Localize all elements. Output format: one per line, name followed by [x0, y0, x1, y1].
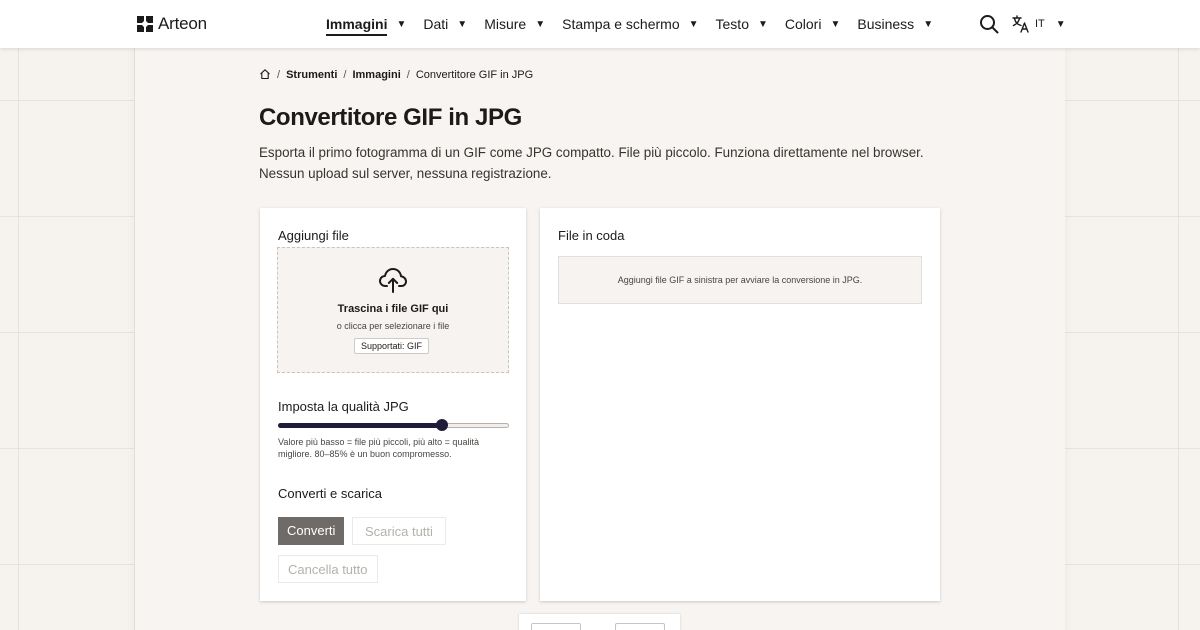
nav-item-immagini[interactable]: Immagini ▼: [326, 0, 406, 48]
translate-icon: [1012, 15, 1029, 33]
home-icon[interactable]: [259, 68, 271, 80]
logo-text: Arteon: [158, 14, 207, 33]
chevron-down-icon: ▼: [535, 18, 546, 30]
nav-label: Dati: [423, 16, 449, 32]
breadcrumb-immagini[interactable]: Immagini: [352, 69, 400, 81]
chevron-down-icon: ▼: [688, 18, 699, 30]
breadcrumb-strumenti[interactable]: Strumenti: [286, 69, 337, 81]
breadcrumb-separator: /: [343, 69, 347, 81]
nav-label: Misure: [484, 16, 527, 32]
search-icon[interactable]: [978, 13, 1000, 35]
page-description: Esporta il primo fotogramma di un GIF co…: [259, 145, 924, 181]
arteon-logo-icon: [137, 16, 153, 32]
nav-item-stampa-e-schermo[interactable]: Stampa e schermo ▼: [562, 0, 698, 48]
chevron-down-icon: ▼: [1055, 18, 1066, 30]
queue-title: File in coda: [558, 228, 625, 243]
breadcrumb-separator: /: [406, 69, 410, 81]
clear-all-button[interactable]: Cancella tutto: [278, 555, 378, 583]
actions-section-title: Converti e scarica: [278, 486, 383, 501]
main-nav: Immagini ▼ Dati ▼ Misure ▼ Stampa e sche…: [326, 0, 950, 48]
breadcrumb-current: Convertitore GIF in JPG: [415, 69, 534, 81]
nav-label: Immagini: [326, 16, 388, 36]
supported-formats-badge: Supportati: GIF: [354, 338, 430, 354]
top-navigation-bar: Arteon Immagini ▼ Dati ▼ Misure ▼ Stampa…: [0, 0, 1200, 48]
language-selector[interactable]: IT ▼: [1012, 14, 1066, 34]
logo[interactable]: Arteon: [137, 14, 207, 34]
convert-button[interactable]: Converti: [278, 517, 345, 545]
nav-item-misure[interactable]: Misure ▼: [484, 0, 545, 48]
slider-fill: [278, 423, 442, 428]
language-code: IT: [1035, 18, 1045, 30]
nav-label: Stampa e schermo: [562, 16, 680, 32]
download-all-button[interactable]: Scarica tutti: [352, 517, 446, 545]
page-title: Convertitore GIF in JPG: [259, 104, 522, 131]
upload-section-title: Aggiungi file: [278, 228, 349, 243]
slider-thumb[interactable]: [436, 419, 448, 431]
file-dropzone[interactable]: Trascina i file GIF qui o clicca per sel…: [277, 247, 509, 373]
nav-label: Testo: [715, 16, 749, 32]
queue-empty-message: Aggiungi file GIF a sinistra per avviare…: [617, 275, 863, 285]
chevron-down-icon: ▼: [830, 18, 841, 30]
chevron-down-icon: ▼: [923, 18, 934, 30]
queue-empty-state: Aggiungi file GIF a sinistra per avviare…: [558, 256, 922, 304]
nav-label: Business: [857, 16, 915, 32]
breadcrumb-separator: /: [277, 69, 281, 81]
chevron-down-icon: ▼: [757, 18, 768, 30]
nav-item-dati[interactable]: Dati ▼: [423, 0, 467, 48]
cloud-upload-icon: [379, 268, 407, 293]
nav-item-colori[interactable]: Colori ▼: [785, 0, 840, 48]
nav-item-business[interactable]: Business ▼: [857, 0, 933, 48]
bottom-field[interactable]: [615, 623, 665, 630]
quality-section-title: Imposta la qualità JPG: [278, 399, 409, 414]
bottom-panel: [519, 614, 680, 630]
quality-slider[interactable]: [278, 419, 509, 431]
converter-panel: Aggiungi file Trascina i file GIF qui o …: [260, 208, 526, 601]
nav-item-testo[interactable]: Testo ▼: [716, 0, 768, 48]
nav-label: Colori: [784, 16, 822, 32]
breadcrumb: / Strumenti / Immagini / Convertitore GI…: [259, 68, 534, 81]
quality-hint: Valore più basso = file più piccoli, più…: [278, 437, 479, 459]
chevron-down-icon: ▼: [396, 18, 407, 30]
dropzone-title: Trascina i file GIF qui: [337, 303, 449, 315]
queue-panel: File in coda Aggiungi file GIF a sinistr…: [540, 208, 940, 601]
bottom-field[interactable]: [531, 623, 581, 630]
chevron-down-icon: ▼: [457, 18, 468, 30]
dropzone-subtitle: o clicca per selezionare i file: [336, 321, 450, 331]
